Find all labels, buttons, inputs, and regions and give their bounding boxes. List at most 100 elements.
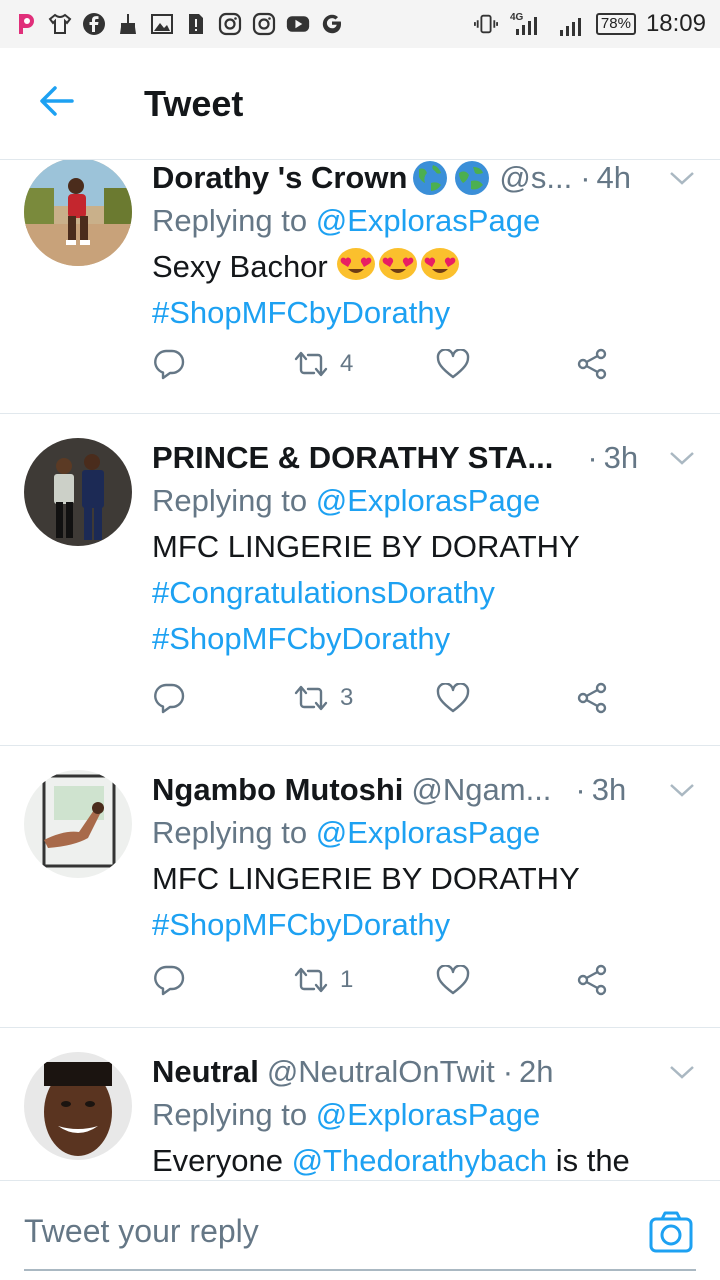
share-icon [577,682,607,714]
author-name[interactable]: Ngambo Mutoshi [152,772,403,808]
separator-dot: · [502,1054,514,1089]
avatar[interactable] [24,770,132,878]
reply-icon [154,349,185,380]
like-button[interactable] [436,683,470,713]
tweet-text: Sexy Bachor #ShopMFCbyDorathy [152,244,700,336]
tweet-time: 4h [596,160,632,195]
retweet-icon [294,685,328,711]
author-handle[interactable]: @s... [499,160,572,196]
heart-eyes-emoji [337,248,376,280]
retweet-count: 1 [340,966,354,993]
facebook-icon [82,12,106,36]
image-icon [150,12,174,36]
top-app-bar: Tweet [0,48,720,160]
retweet-button[interactable]: 1 [292,966,353,994]
tweet-actions: 1 [152,958,622,1002]
picsart-icon [14,12,38,36]
tweet-text-body-tail: is the [547,1143,630,1178]
author-name[interactable]: Dorathy 's Crown [152,160,407,196]
replying-mention-link[interactable]: @ExplorasPage [316,815,540,850]
retweet-count: 4 [340,350,354,377]
author-name[interactable]: Neutral [152,1054,259,1090]
retweet-count: 3 [340,684,354,711]
reply-icon [154,965,185,996]
replying-mention-link[interactable]: @ExplorasPage [316,203,540,238]
tshirt-icon [48,12,72,36]
replying-mention-link[interactable]: @ExplorasPage [316,1097,540,1132]
heart-eyes-emoji [379,248,418,280]
replying-mention-link[interactable]: @ExplorasPage [316,483,540,518]
replying-prefix: Replying to [152,815,316,850]
separator-dot: · [587,440,598,475]
reply-icon [154,683,185,714]
instagram-icon [218,12,242,36]
author-handle[interactable]: @Ngam... [411,772,551,808]
tweet-time: 3h [591,772,627,807]
replying-to: Replying to @ExplorasPage [152,478,700,524]
camera-button[interactable] [648,1209,694,1255]
share-button[interactable] [576,682,608,714]
chevron-down-icon [670,172,694,185]
system-status: 4G 78% 18:09 [473,10,706,38]
signal-icon [558,12,586,36]
tweet-item[interactable]: Ngambo Mutoshi @Ngam... · 3h Replying to… [0,746,720,1028]
chevron-down-icon [670,784,694,797]
hashtag-link[interactable]: #ShopMFCbyDorathy [152,616,700,662]
notification-icons [14,12,344,36]
tweet-menu-button[interactable] [664,775,700,805]
reply-input[interactable] [24,1209,624,1253]
share-button[interactable] [576,348,608,380]
retweet-button[interactable]: 3 [292,684,353,712]
tweet-menu-button[interactable] [664,163,700,193]
status-bar: 4G 78% 18:09 [0,0,720,48]
tweet-text-body: Everyone [152,1143,292,1178]
svg-text:4G: 4G [510,12,524,23]
like-button[interactable] [436,965,470,995]
heart-icon [436,349,470,379]
replies-feed[interactable]: Dorathy 's Crown @s... · 4h Replying to … [0,160,720,1180]
tweet-menu-button[interactable] [664,443,700,473]
avatar[interactable] [24,438,132,546]
heart-icon [436,683,470,713]
heart-eyes-emoji-group [336,248,462,284]
like-button[interactable] [436,349,470,379]
tweet-menu-button[interactable] [664,1057,700,1087]
tweet-header: Dorathy 's Crown @s... · 4h [152,160,700,198]
signal-4g-icon: 4G [508,12,548,36]
tweet-item[interactable]: PRINCE & DORATHY STA... · 3h Replying to… [0,414,720,746]
hashtag-link[interactable]: #ShopMFCbyDorathy [152,902,700,948]
tweet-text-body: MFC LINGERIE BY DORATHY [152,529,580,564]
tweet-text: MFC LINGERIE BY DORATHY #ShopMFCbyDorath… [152,856,700,948]
hashtag-link[interactable]: #ShopMFCbyDorathy [152,290,700,336]
tweet-text-body: Sexy Bachor [152,249,328,284]
tweet-text: Everyone @Thedorathybach is the [152,1138,700,1180]
author-handle[interactable]: @NeutralOnTwit [267,1054,495,1090]
share-button[interactable] [576,964,608,996]
tweet-time: 3h [603,440,639,475]
tweet-actions: 3 [152,676,622,720]
reply-button[interactable] [152,964,186,996]
instagram-icon-2 [252,12,276,36]
share-icon [577,964,607,996]
reply-composer [0,1180,720,1280]
avatar[interactable] [24,160,132,266]
retweet-button[interactable]: 4 [292,350,353,378]
retweet-icon [294,351,328,377]
page-title: Tweet [144,82,244,124]
author-name[interactable]: PRINCE & DORATHY STA... [152,440,553,476]
mention-link[interactable]: @Thedorathybach [292,1143,548,1178]
reply-button[interactable] [152,348,186,380]
replying-to: Replying to @ExplorasPage [152,198,700,244]
back-button[interactable] [26,74,86,134]
separator-dot: · [575,772,586,807]
chevron-down-icon [670,452,694,465]
tweet-item[interactable]: Dorathy 's Crown @s... · 4h Replying to … [0,160,720,414]
replying-prefix: Replying to [152,203,316,238]
sim-alert-icon [184,12,208,36]
avatar[interactable] [24,1052,132,1160]
globe-emoji-icon-2 [453,160,491,197]
hashtag-link[interactable]: #CongratulationsDorathy [152,570,700,616]
tweet-item[interactable]: Neutral @NeutralOnTwit · 2h Replying to … [0,1028,720,1180]
reply-button[interactable] [152,682,186,714]
tweet-header: Ngambo Mutoshi @Ngam... · 3h [152,770,700,810]
